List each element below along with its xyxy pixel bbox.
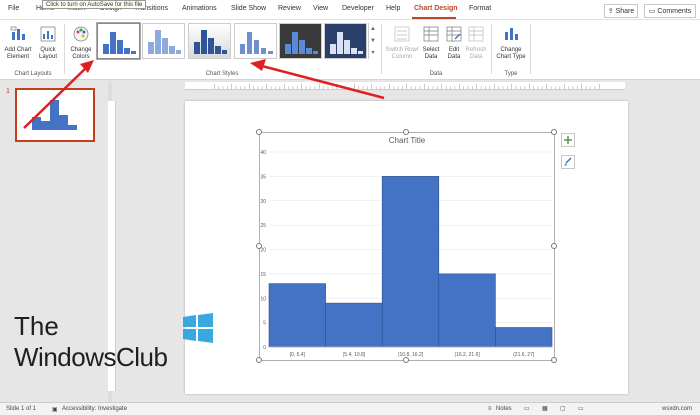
arrow-head-chart-styles: [250, 59, 266, 71]
status-bar: Slide 1 of 1 ▣ Accessibility: Investigat…: [0, 402, 700, 415]
watermark-line-2: WindowsClub: [14, 342, 168, 372]
slideshow-icon[interactable]: ▭: [578, 405, 584, 412]
windows-logo-icon: [183, 313, 213, 343]
arrow-to-chart-styles: [261, 64, 385, 100]
slide-sorter-icon[interactable]: ▦: [542, 405, 548, 412]
site-credit: wsxdn.com: [661, 406, 692, 412]
notes-button[interactable]: Notes: [496, 406, 512, 412]
reading-view-icon[interactable]: ▢: [560, 405, 566, 412]
arrow-to-change-colors: [23, 65, 89, 129]
slide-count: Slide 1 of 1: [6, 406, 37, 412]
notes-icon: ≡: [488, 406, 492, 412]
proofing-icon[interactable]: ▣: [52, 406, 58, 413]
accessibility-status[interactable]: Accessibility: Investigate: [62, 406, 127, 412]
normal-view-icon[interactable]: ▭: [524, 405, 530, 412]
watermark-line-1: The: [14, 311, 59, 341]
